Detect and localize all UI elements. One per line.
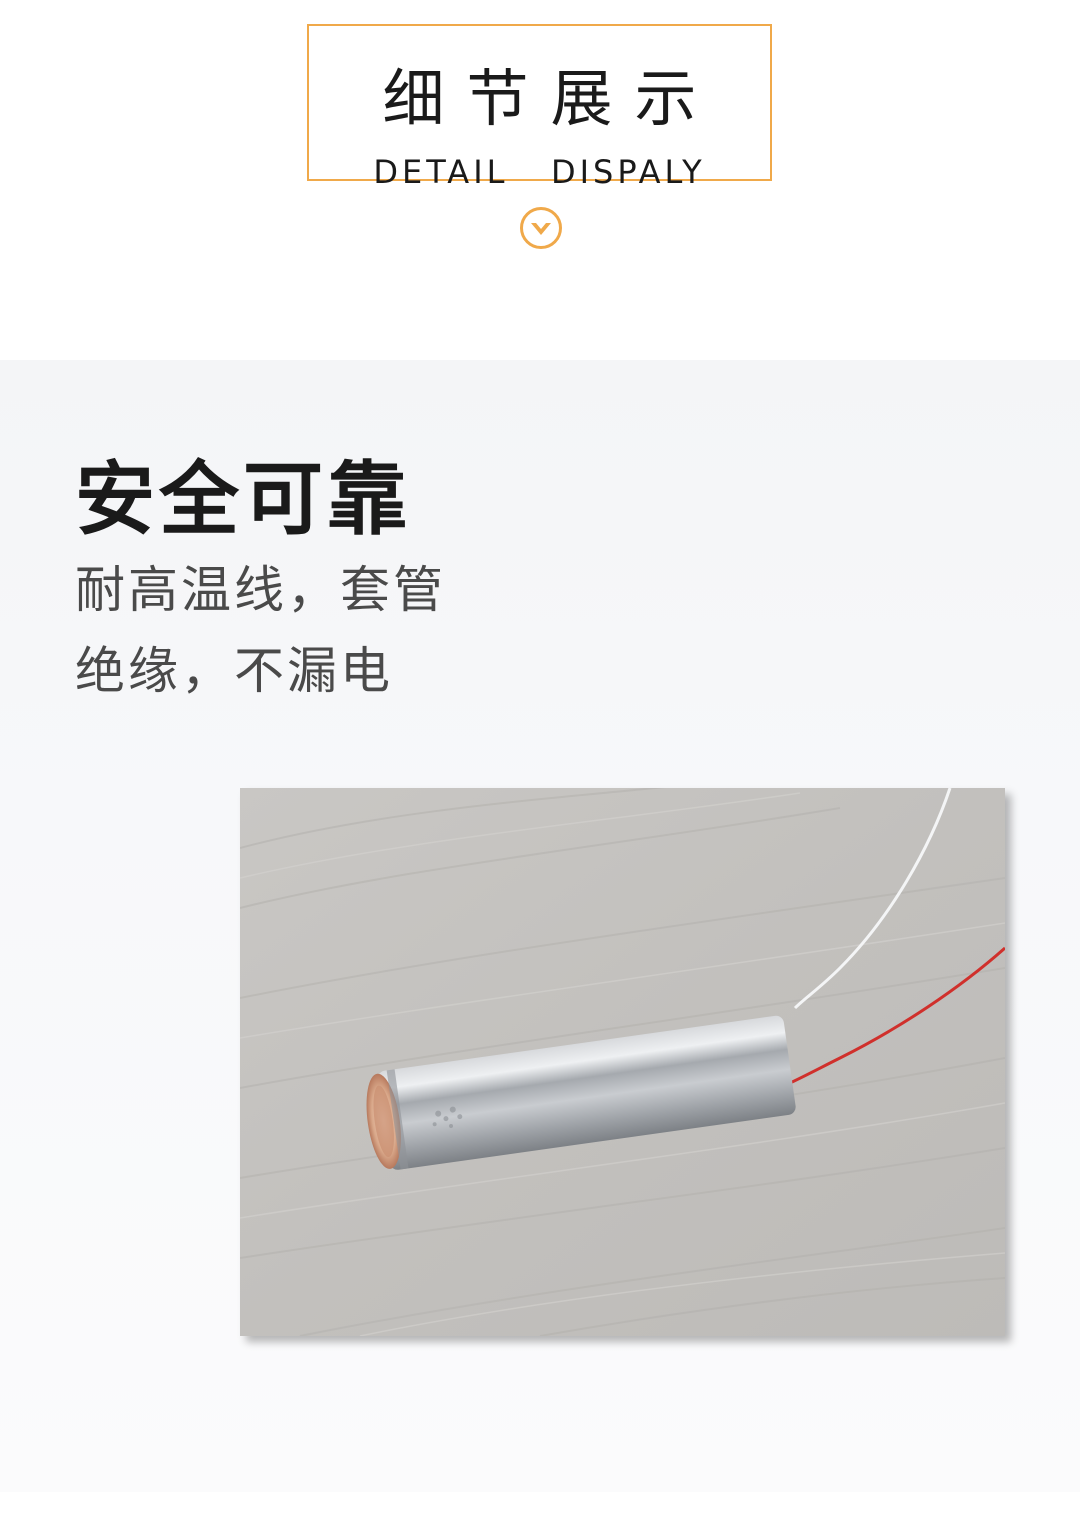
feature-title: 安全可靠 xyxy=(75,453,411,546)
feature-line: 绝缘，不漏电 xyxy=(75,642,393,700)
feature-line: 耐高温线，套管 xyxy=(75,561,446,619)
product-photo xyxy=(240,788,1005,1336)
section-title-cn: 细节展示 xyxy=(382,62,719,135)
chevron-down-circle-icon xyxy=(519,206,563,250)
section-title-en: DETAIL DISPALY xyxy=(373,153,706,191)
section-title-box: 细节展示 DETAIL DISPALY xyxy=(307,24,772,190)
